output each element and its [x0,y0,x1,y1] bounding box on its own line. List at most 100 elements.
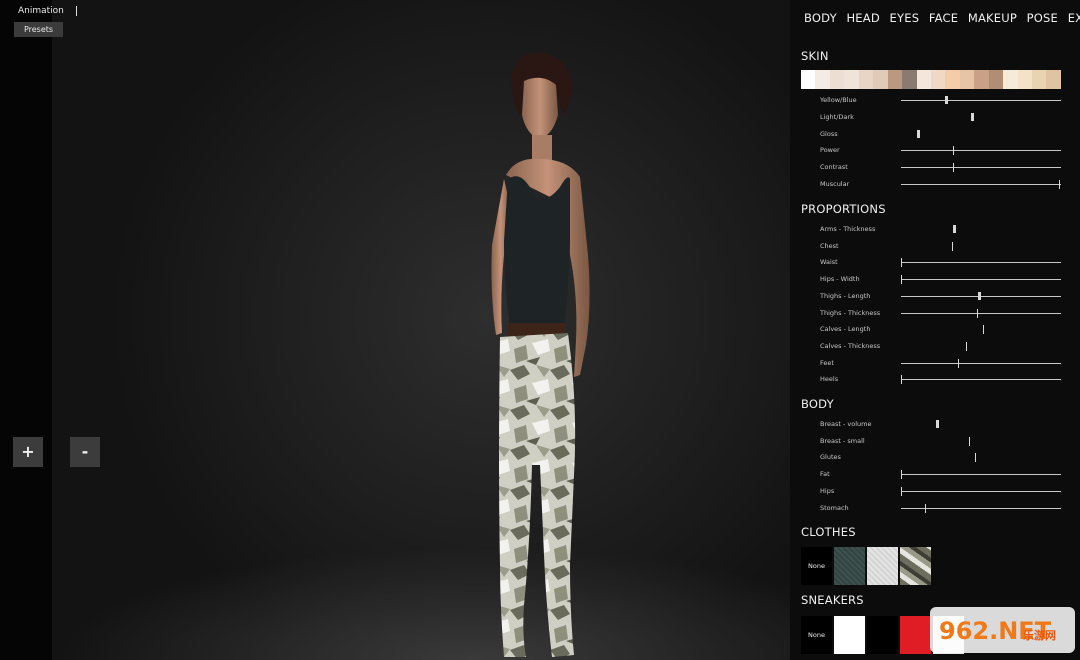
slider-label: Breast - volume [820,420,872,428]
slider-handle[interactable] [976,308,978,318]
slider-track[interactable] [901,362,1061,364]
skin-tone-swatch[interactable] [1017,70,1032,89]
tab-extra[interactable]: EXTRA [1068,11,1080,25]
skin-tone-swatch[interactable] [1032,70,1047,89]
slider-label: Heels [820,375,839,384]
slider-label: Chest [820,241,839,250]
skin-tone-swatch[interactable] [829,70,845,89]
character-model[interactable] [470,45,620,660]
skin-tone-swatch[interactable] [930,70,946,89]
animation-menu[interactable]: Animation [14,4,68,18]
slider-handle[interactable] [951,241,953,251]
slider-handle[interactable] [901,470,902,480]
skin-tone-swatch[interactable] [1003,70,1018,89]
slider-handle[interactable] [901,486,902,496]
tab-face[interactable]: FACE [929,11,958,25]
slider-label: Arms - Thickness [820,225,876,233]
slider-label: Light/Dark [820,112,854,121]
clothes-swatch-none[interactable]: None [801,547,832,585]
slider-row: Calves - Thickness [820,341,1070,355]
skin-tone-swatch[interactable] [916,70,931,89]
tab-head[interactable]: HEAD [846,11,879,25]
slider-track[interactable] [901,262,1061,264]
skin-tone-swatch[interactable] [873,70,888,89]
slider-label: Hips [820,486,835,495]
slider-handle[interactable] [978,291,982,300]
slider-track[interactable] [901,490,1061,492]
slider-track[interactable] [901,167,1061,169]
slider-handle[interactable] [957,358,959,368]
slider-row: Light/Dark [820,112,1070,126]
slider-label: Fat [820,470,830,479]
slider-handle[interactable] [970,112,974,121]
slider-handle[interactable] [983,325,985,335]
slider-handle[interactable] [901,258,902,268]
slider-row: Breast - volume [820,419,1070,433]
skin-tone-swatch[interactable] [801,70,816,89]
clothes-swatch-light-grey[interactable] [867,547,898,585]
customization-panel: BODY HEAD EYES FACE MAKEUP POSE EXTRA SK… [790,0,1080,660]
clothes-swatch-dark-teal[interactable] [834,547,865,585]
skin-tone-palette[interactable] [801,70,1061,89]
slider-handle[interactable] [1059,180,1060,189]
slider-row: Yellow/Blue [820,95,1070,109]
skin-tone-swatch[interactable] [902,70,917,89]
tab-pose[interactable]: POSE [1027,11,1058,25]
slider-row: Hips [820,486,1070,500]
slider-row: Thighs - Thickness [820,308,1070,322]
clothes-swatch-camo[interactable] [900,547,931,585]
slider-row: Power [820,145,1070,159]
skin-tone-swatch[interactable] [887,70,903,89]
skin-tone-swatch[interactable] [988,70,1004,89]
sneakers-swatch-red[interactable] [900,616,931,654]
zoom-out-button[interactable]: - [70,437,100,467]
animation-caret [75,5,77,16]
slider-label: Contrast [820,163,848,172]
slider-handle[interactable] [975,453,977,463]
slider-handle[interactable] [901,375,902,385]
slider-label: Gloss [820,129,838,138]
section-title-skin: SKIN [801,49,829,63]
skin-tone-swatch[interactable] [945,70,960,89]
sneakers-swatch-black[interactable] [867,616,898,654]
tab-eyes[interactable]: EYES [890,11,920,25]
sneakers-swatch-none[interactable]: None [801,616,832,654]
slider-handle[interactable] [953,163,955,173]
skin-tone-swatch[interactable] [844,70,859,89]
top-menu: Animation [14,4,77,18]
sneakers-swatch-white[interactable] [834,616,865,654]
slider-track[interactable] [901,150,1061,152]
tab-makeup[interactable]: MAKEUP [968,11,1017,25]
slider-track[interactable] [901,100,1061,101]
skin-tone-swatch[interactable] [858,70,874,89]
slider-track[interactable] [901,279,1061,281]
slider-handle[interactable] [953,146,955,156]
tab-body[interactable]: BODY [804,11,837,25]
slider-handle[interactable] [953,225,957,233]
skin-tone-swatch[interactable] [815,70,830,89]
watermark-logo: 962.NET 乐游网 [930,607,1075,653]
category-tabs: BODY HEAD EYES FACE MAKEUP POSE EXTRA [804,11,1080,25]
skin-tone-swatch[interactable] [959,70,975,89]
presets-button[interactable]: Presets [14,22,63,37]
slider-track[interactable] [901,474,1061,476]
slider-row: Fat [820,469,1070,483]
slider-track[interactable] [901,379,1061,381]
slider-handle[interactable] [935,420,939,428]
slider-handle[interactable] [924,503,926,513]
slider-handle[interactable] [968,436,970,446]
slider-handle[interactable] [945,96,949,104]
slider-row: Thighs - Length [820,291,1070,305]
zoom-in-button[interactable]: + [13,437,43,467]
3d-viewport[interactable]: Animation Presets + - [0,0,790,660]
skin-tone-swatch[interactable] [1046,70,1061,89]
slider-label: Thighs - Length [820,291,871,300]
slider-track[interactable] [901,184,1061,185]
slider-track[interactable] [901,312,1061,314]
slider-handle[interactable] [965,341,967,351]
left-dark-strip [0,0,52,660]
skin-tone-swatch[interactable] [974,70,989,89]
slider-handle[interactable] [916,129,920,138]
slider-handle[interactable] [901,275,902,285]
slider-label: Yellow/Blue [820,96,857,104]
